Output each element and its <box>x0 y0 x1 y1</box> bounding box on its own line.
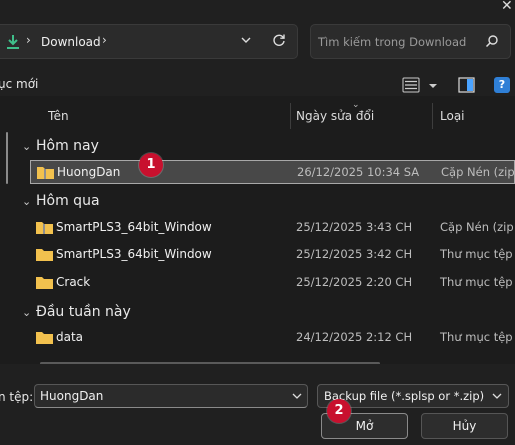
zip-folder-icon <box>37 166 54 182</box>
folder-icon <box>36 248 53 264</box>
filename-input[interactable]: HuongDan <box>34 384 308 408</box>
download-arrow-icon <box>6 34 20 53</box>
file-type: Thư mục tệp <box>440 330 513 344</box>
address-bar[interactable]: › Download › <box>0 24 298 59</box>
filetype-value: Backup file (*.splsp or *.zip) <box>324 389 485 403</box>
file-name: SmartPLS3_64bit_Window <box>56 220 212 234</box>
step-badge-2: 2 <box>327 399 351 423</box>
file-row-data[interactable]: data 24/12/2025 2:12 CH Thư mục tệp <box>30 326 515 350</box>
zip-folder-icon <box>36 221 53 237</box>
chevron-down-icon: ⌄ <box>22 306 32 319</box>
group-header-today[interactable]: ⌄ Hôm nay <box>22 138 99 154</box>
cancel-button[interactable]: Hủy <box>421 413 508 439</box>
group-label: Đầu tuần này <box>36 304 131 320</box>
column-divider[interactable] <box>432 103 433 129</box>
folder-icon <box>36 331 53 347</box>
chevron-down-icon[interactable] <box>428 80 438 94</box>
chevron-down-icon <box>491 390 503 405</box>
column-divider[interactable] <box>290 103 291 129</box>
column-date[interactable]: Ngày sửa đổi <box>296 109 374 123</box>
column-header-row: Tên ⌄ Ngày sửa đổi Loại <box>0 100 515 129</box>
file-name: Crack <box>56 275 91 289</box>
chevron-down-icon: ⌄ <box>22 195 32 208</box>
search-icon[interactable] <box>485 34 499 51</box>
filename-label: n tệp: <box>0 390 34 404</box>
chevron-down-icon[interactable] <box>240 32 252 51</box>
file-name: SmartPLS3_64bit_Window <box>56 247 212 261</box>
file-type: Thư mục tệp <box>440 275 513 289</box>
file-date: 25/12/2025 3:42 CH <box>296 247 413 261</box>
file-date: 24/12/2025 2:12 CH <box>296 330 413 344</box>
file-date: 25/12/2025 3:43 CH <box>296 220 413 234</box>
column-type[interactable]: Loại <box>440 109 465 123</box>
breadcrumb-separator[interactable]: › <box>102 33 107 47</box>
file-row-crack[interactable]: Crack 25/12/2025 2:20 CH Thư mục tệp <box>30 271 515 295</box>
group-header-yesterday[interactable]: ⌄ Hôm qua <box>22 193 100 209</box>
file-row-huongdan[interactable]: HuongDan 26/12/2025 10:34 SA Cặp Nén (zi… <box>30 160 515 184</box>
folder-icon <box>36 276 53 292</box>
refresh-icon[interactable] <box>272 33 286 50</box>
file-type: Cặp Nén (zip <box>440 220 514 234</box>
navigation-pane-scrollbar[interactable] <box>6 132 8 184</box>
column-name[interactable]: Tên <box>48 109 69 123</box>
file-type: Cặp Nén (zip <box>441 165 515 179</box>
preview-pane-icon[interactable] <box>458 77 475 96</box>
file-date: 26/12/2025 10:34 SA <box>297 165 420 179</box>
group-label: Hôm qua <box>36 193 100 209</box>
close-icon[interactable]: ✕ <box>501 0 513 14</box>
chevron-down-icon: ⌄ <box>22 140 32 153</box>
group-header-early-week[interactable]: ⌄ Đầu tuần này <box>22 304 131 320</box>
file-name: data <box>56 330 84 344</box>
search-input[interactable]: Tìm kiếm trong Download <box>310 24 511 59</box>
filename-value: HuongDan <box>40 389 104 403</box>
group-label: Hôm nay <box>36 138 99 154</box>
breadcrumb-download[interactable]: Download <box>41 35 101 49</box>
file-type: Thư mục tệp <box>440 247 513 261</box>
step-badge-1: 1 <box>139 153 163 177</box>
file-date: 25/12/2025 2:20 CH <box>296 275 413 289</box>
chevron-down-icon[interactable] <box>291 390 303 405</box>
search-placeholder: Tìm kiếm trong Download <box>318 35 467 49</box>
file-name: HuongDan <box>57 165 121 179</box>
file-list: Tên ⌄ Ngày sửa đổi Loại ⌄ Hôm nay HuongDa… <box>0 96 515 364</box>
file-row-smartpls-zip[interactable]: SmartPLS3_64bit_Window 25/12/2025 3:43 C… <box>30 216 515 240</box>
new-folder-button[interactable]: ục mới <box>0 77 38 91</box>
breadcrumb-separator[interactable]: › <box>26 33 31 47</box>
help-button[interactable]: ? <box>494 77 510 93</box>
file-row-smartpls-folder[interactable]: SmartPLS3_64bit_Window 25/12/2025 3:42 C… <box>30 243 515 267</box>
list-view-icon[interactable] <box>402 77 420 96</box>
